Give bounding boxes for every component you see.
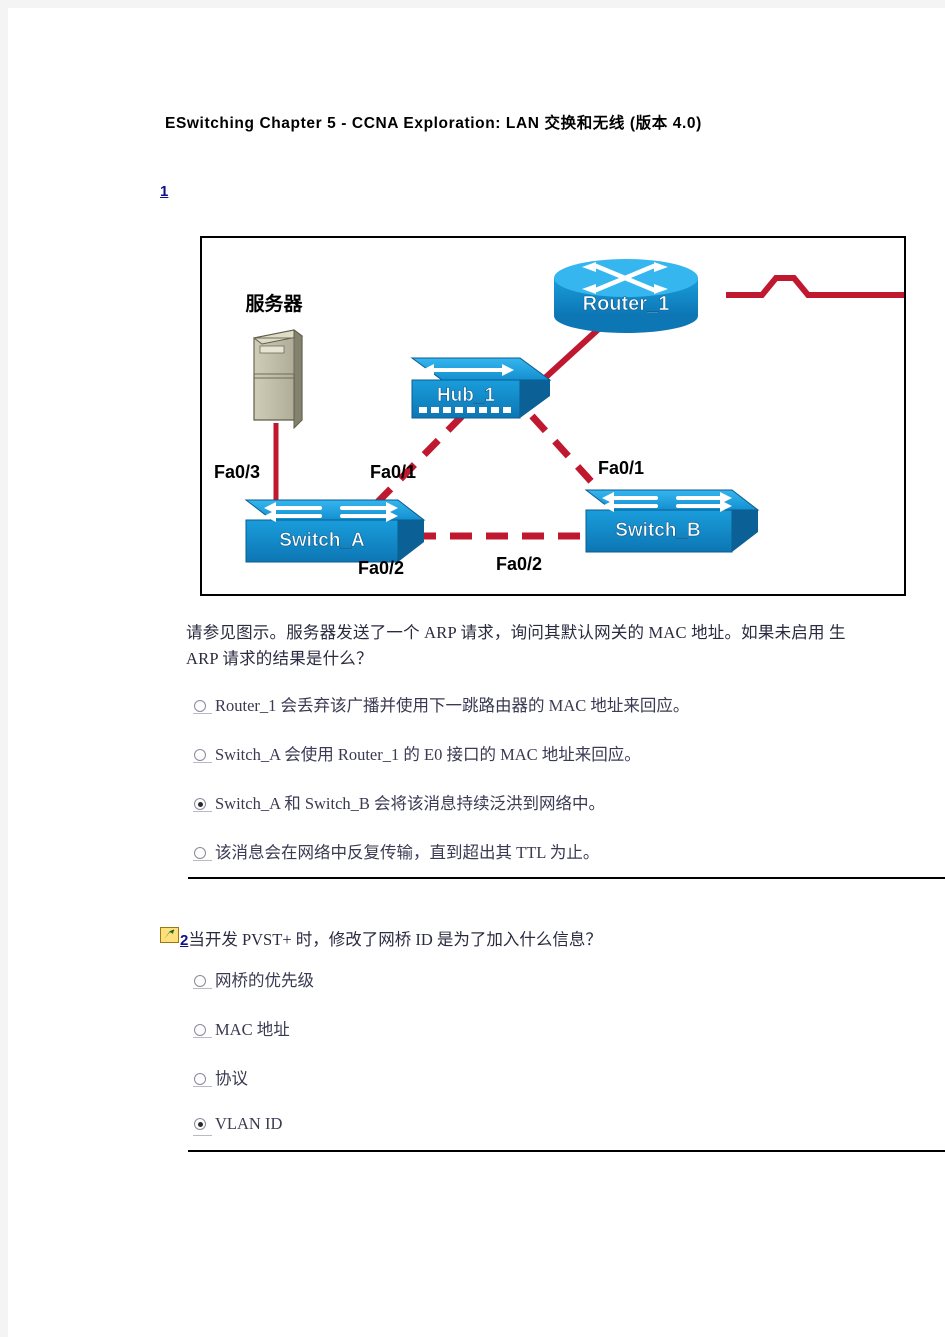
radio-button[interactable]: [194, 1073, 206, 1085]
question-2-divider: [188, 1150, 945, 1152]
radio-button[interactable]: [194, 847, 206, 859]
option-underline: [193, 860, 212, 861]
question-2-option-1[interactable]: 网桥的优先级: [194, 967, 314, 991]
option-underline: [193, 811, 212, 812]
port-label-fa03: Fa0/3: [214, 462, 260, 482]
question-1-option-3[interactable]: Switch_A 和 Switch_B 会将该消息持续泛洪到网络中。: [194, 790, 605, 814]
option-underline: [193, 1086, 212, 1087]
option-label: 该消息会在网络中反复传输，直到超出其 TTL 为止。: [215, 843, 600, 862]
option-label: MAC 地址: [215, 1020, 290, 1039]
page-title: ESwitching Chapter 5 - CCNA Exploration:…: [165, 115, 702, 132]
radio-button[interactable]: [194, 700, 206, 712]
svg-text:Switch_B: Switch_B: [615, 520, 701, 541]
option-label: VLAN ID: [215, 1114, 283, 1133]
option-label: Switch_A 会使用 Router_1 的 E0 接口的 MAC 地址来回应…: [215, 745, 641, 764]
option-underline: [193, 1037, 212, 1038]
option-underline: [193, 713, 212, 714]
radio-button-selected[interactable]: [194, 1118, 206, 1130]
flag-note-icon: [160, 927, 179, 943]
question-2-stem: 当开发 PVST+ 时，修改了网桥 ID 是为了加入什么信息？: [188, 930, 602, 949]
svg-text:服务器: 服务器: [245, 292, 303, 315]
svg-text:Switch_A: Switch_A: [279, 530, 365, 551]
radio-button[interactable]: [194, 749, 206, 761]
server-node: [252, 329, 304, 430]
option-underline: [193, 762, 212, 763]
question-1-number: 1: [160, 183, 169, 200]
svg-text:Hub_1: Hub_1: [437, 385, 496, 406]
port-label-fa02-a: Fa0/2: [358, 558, 404, 578]
question-1-option-1[interactable]: Router_1 会丢弃该广播并使用下一跳路由器的 MAC 地址来回应。: [194, 692, 689, 716]
option-underline: [193, 988, 212, 989]
option-underline: [193, 1135, 212, 1136]
radio-button[interactable]: [194, 1024, 206, 1036]
document-page: ESwitching Chapter 5 - CCNA Exploration:…: [8, 8, 945, 1337]
option-label: 协议: [215, 1069, 248, 1088]
question-2-option-4[interactable]: VLAN ID: [194, 1114, 282, 1134]
question-1-option-4[interactable]: 该消息会在网络中反复传输，直到超出其 TTL 为止。: [194, 839, 599, 863]
option-label: Switch_A 和 Switch_B 会将该消息持续泛洪到网络中。: [215, 794, 606, 813]
question-1-stem: 请参见图示。服务器发送了一个 ARP 请求，询问其默认网关的 MAC 地址。如果…: [186, 620, 945, 672]
svg-text:Router_1: Router_1: [583, 293, 670, 315]
question-1-option-2[interactable]: Switch_A 会使用 Router_1 的 E0 接口的 MAC 地址来回应…: [194, 741, 641, 765]
port-label-fa01-a: Fa0/1: [370, 462, 416, 482]
network-topology-diagram: 服务器 Router_1 Hub_1 Switch_A Switch_B Fa0…: [200, 236, 906, 596]
question-1-stem-line-1: 请参见图示。服务器发送了一个 ARP 请求，询问其默认网关的 MAC 地址。如果…: [186, 623, 846, 642]
option-label: Router_1 会丢弃该广播并使用下一跳路由器的 MAC 地址来回应。: [215, 696, 690, 715]
question-2-header: 2当开发 PVST+ 时，修改了网桥 ID 是为了加入什么信息？: [180, 926, 602, 950]
question-1-divider: [188, 877, 945, 879]
port-label-fa01-b: Fa0/1: [598, 458, 644, 478]
radio-button[interactable]: [194, 975, 206, 987]
radio-button-selected[interactable]: [194, 798, 206, 810]
option-label: 网桥的优先级: [215, 971, 314, 990]
question-1-stem-line-2: ARP 请求的结果是什么？: [186, 649, 373, 668]
port-label-fa02-b: Fa0/2: [496, 554, 542, 574]
